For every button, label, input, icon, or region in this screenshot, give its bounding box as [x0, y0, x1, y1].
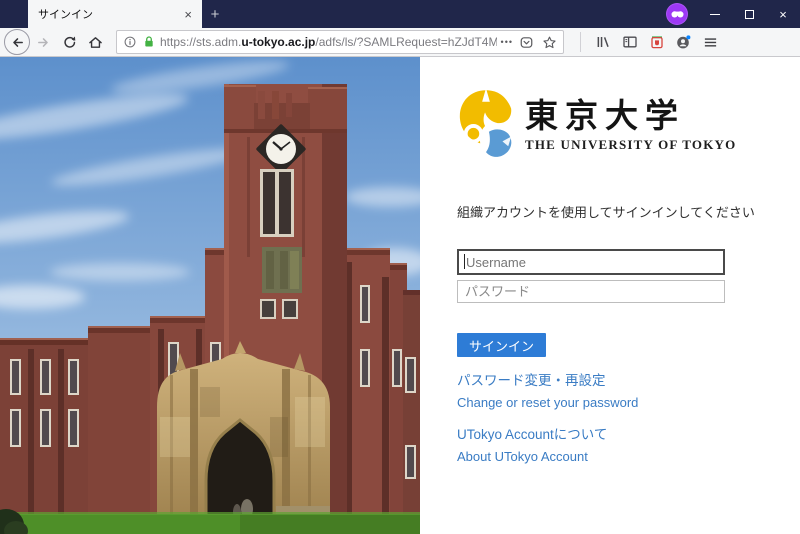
private-browsing-mask-icon [666, 3, 688, 25]
link-utokyo-account-en[interactable]: About UTokyo Account [457, 449, 800, 465]
sidebar-toggle-icon[interactable] [616, 29, 643, 55]
link-password-change-jp[interactable]: パスワード変更・再設定 [457, 373, 800, 389]
bookmark-star-icon[interactable] [542, 35, 557, 50]
page-actions-icon[interactable]: ••• [501, 37, 513, 47]
password-input[interactable] [457, 280, 725, 303]
logo-text-jp: 東京大学 [525, 96, 736, 136]
extension-icon[interactable] [643, 29, 670, 55]
browser-window: サインイン × + × [0, 0, 800, 534]
back-button[interactable] [4, 29, 30, 55]
close-icon: × [779, 8, 787, 21]
minimize-button[interactable] [698, 0, 732, 28]
utokyo-logo: 東京大学 THE UNIVERSITY OF TOKYO [457, 88, 800, 162]
link-password-change-en[interactable]: Change or reset your password [457, 395, 800, 411]
library-icon[interactable] [589, 29, 616, 55]
utokyo-ginkgo-mark-icon [457, 88, 515, 162]
tab-bar: サインイン × + × [0, 0, 800, 28]
campus-photo [0, 57, 420, 534]
reload-icon[interactable] [56, 29, 82, 55]
maximize-button[interactable] [732, 0, 766, 28]
url-bar[interactable]: https://sts.adm.u-tokyo.ac.jp/adfs/ls/?S… [116, 30, 564, 54]
minimize-icon [710, 14, 720, 15]
text-caret [464, 254, 465, 269]
link-utokyo-account-jp[interactable]: UTokyo Accountについて [457, 427, 800, 443]
login-panel: 東京大学 THE UNIVERSITY OF TOKYO 組織アカウントを使用し… [420, 57, 800, 534]
navigation-toolbar: https://sts.adm.u-tokyo.ac.jp/adfs/ls/?S… [0, 28, 800, 57]
tab-close-icon[interactable]: × [182, 7, 194, 22]
account-icon[interactable] [670, 29, 697, 55]
signin-instruction: 組織アカウントを使用してサインインしてください [457, 202, 800, 221]
logo-text-en: THE UNIVERSITY OF TOKYO [525, 137, 736, 153]
site-info-icon[interactable] [123, 35, 137, 49]
home-button[interactable] [82, 29, 108, 55]
signin-button[interactable]: サインイン [457, 333, 546, 357]
new-tab-button[interactable]: + [202, 0, 228, 28]
page-content: 東京大学 THE UNIVERSITY OF TOKYO 組織アカウントを使用し… [0, 57, 800, 534]
pocket-icon[interactable] [519, 35, 534, 50]
help-links: パスワード変更・再設定 Change or reset your passwor… [457, 373, 800, 465]
tab-title: サインイン [38, 6, 182, 22]
secure-lock-icon[interactable] [142, 35, 156, 49]
maximize-icon [745, 10, 754, 19]
username-input[interactable] [457, 249, 725, 275]
url-text: https://sts.adm.u-tokyo.ac.jp/adfs/ls/?S… [160, 35, 497, 49]
menu-hamburger-icon[interactable] [697, 29, 724, 55]
tab-signin[interactable]: サインイン × [28, 0, 202, 28]
forward-button[interactable] [30, 29, 56, 55]
toolbar-divider [580, 32, 581, 52]
close-window-button[interactable]: × [766, 0, 800, 28]
